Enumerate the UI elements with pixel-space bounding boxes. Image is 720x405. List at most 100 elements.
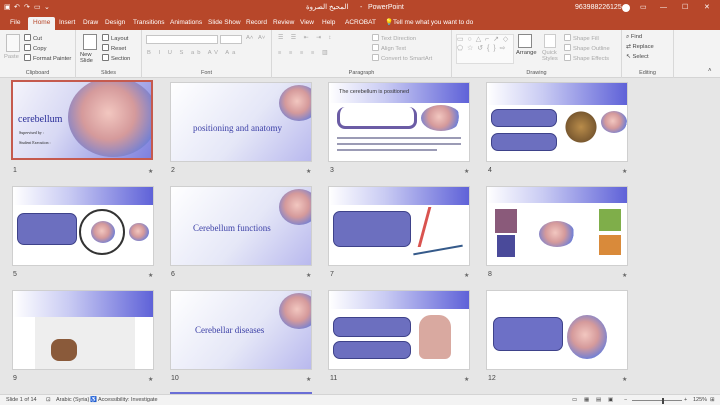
file-name: المحيخ الصروة <box>306 4 349 11</box>
shape-outline-button[interactable]: Shape Outline <box>564 44 610 52</box>
account-name[interactable]: 963988226125 <box>575 2 622 14</box>
info-box <box>599 235 621 255</box>
slide-thumbnail[interactable] <box>12 186 154 266</box>
shrink-font-icon[interactable]: A˅ <box>258 35 265 41</box>
tab-help[interactable]: Help <box>317 17 340 30</box>
font-name-combo[interactable] <box>146 35 218 44</box>
tab-acrobat[interactable]: ACROBAT <box>340 17 381 30</box>
collapse-ribbon-icon[interactable]: ˄ <box>708 68 712 74</box>
slide-thumbnail[interactable]: Cerebellar diseases <box>170 290 312 370</box>
transition-star-icon[interactable]: ★ <box>148 376 153 383</box>
transition-star-icon[interactable]: ★ <box>306 376 311 383</box>
fit-window-icon[interactable]: ⊞ <box>710 397 715 403</box>
new-slide-icon[interactable] <box>83 34 97 50</box>
shape-effects-button[interactable]: Shape Effects <box>564 54 609 62</box>
slide-thumbnail[interactable]: The cerebellum is positioned <box>328 82 470 162</box>
transition-star-icon[interactable]: ★ <box>148 168 153 175</box>
tab-view[interactable]: View <box>295 17 319 30</box>
slide-thumbnail[interactable] <box>486 186 628 266</box>
arrange-icon[interactable] <box>518 34 532 48</box>
slide-thumbnail[interactable]: Cerebellum functions <box>170 186 312 266</box>
slide-header <box>487 83 627 105</box>
tell-me-search[interactable]: Tell me what you want to do <box>388 17 478 30</box>
layout-button[interactable]: Layout <box>102 34 128 42</box>
paste-icon[interactable] <box>6 34 20 52</box>
reading-view-icon[interactable]: ▤ <box>596 397 601 403</box>
slideshow-view-icon[interactable]: ▣ <box>608 397 613 403</box>
slide-thumbnail[interactable] <box>328 290 470 370</box>
transition-star-icon[interactable]: ★ <box>148 272 153 279</box>
slide-sorter-view-icon[interactable]: ▦ <box>584 397 589 403</box>
slide-thumbnail[interactable]: positioning and anatomy <box>170 82 312 162</box>
transition-star-icon[interactable]: ★ <box>622 168 627 175</box>
replace-button[interactable]: ⇄ Replace <box>626 44 654 50</box>
customize-qat-icon[interactable]: ⌄ <box>44 2 50 14</box>
normal-view-icon[interactable]: ▭ <box>572 397 577 403</box>
shapes-gallery[interactable]: ▭ ○ △ ⌐ ↗ ◇ ⬠ ☆ ↺ { } ⇨ <box>456 34 514 64</box>
reset-button[interactable]: Reset <box>102 44 126 52</box>
quick-styles-icon[interactable] <box>544 34 556 48</box>
arrange-button[interactable]: Arrange <box>516 50 537 56</box>
zoom-in-icon[interactable]: + <box>684 397 687 403</box>
save-icon[interactable]: ▣ <box>4 2 11 14</box>
tab-design[interactable]: Design <box>100 17 130 30</box>
transition-star-icon[interactable]: ★ <box>306 168 311 175</box>
undo-icon[interactable]: ↶ <box>14 2 20 14</box>
maximize-icon[interactable]: ☐ <box>682 2 688 14</box>
spellcheck-icon[interactable]: ⊡ <box>46 397 51 403</box>
slide-thumbnail[interactable] <box>486 82 628 162</box>
transition-star-icon[interactable]: ★ <box>622 376 627 383</box>
zoom-slider[interactable] <box>632 400 682 401</box>
avatar[interactable] <box>622 4 630 12</box>
copy-button[interactable]: Copy <box>24 44 47 52</box>
slide-thumbnail[interactable] <box>328 186 470 266</box>
grow-font-icon[interactable]: A˄ <box>246 35 253 41</box>
align-icons[interactable]: ≡ ≡ ≡ ≡ ▥ <box>278 50 330 56</box>
slide-thumbnail[interactable]: cerebellum Supervised by : Student Execu… <box>11 80 153 160</box>
transition-star-icon[interactable]: ★ <box>464 376 469 383</box>
find-button[interactable]: ⌕ Find <box>626 34 642 41</box>
transition-star-icon[interactable]: ★ <box>306 272 311 279</box>
text-direction-label: Text Direction <box>381 36 417 42</box>
cut-button[interactable]: Cut <box>24 34 42 42</box>
slide-thumbnail[interactable] <box>486 290 628 370</box>
select-button[interactable]: ↖ Select <box>626 54 649 60</box>
tab-slide-show[interactable]: Slide Show <box>203 17 246 30</box>
list-icons[interactable]: ☰ ☰ ⇤ ⇥ ↕ <box>278 35 334 41</box>
tab-animations[interactable]: Animations <box>165 17 207 30</box>
tab-file[interactable]: File <box>5 17 25 30</box>
zoom-out-icon[interactable]: − <box>624 397 627 403</box>
tab-transitions[interactable]: Transitions <box>128 17 170 30</box>
new-slide-button[interactable]: New Slide <box>80 52 100 64</box>
format-painter-button[interactable]: Format Painter <box>24 54 71 62</box>
redo-icon[interactable]: ↷ <box>24 2 30 14</box>
text-direction-button[interactable]: Text Direction <box>372 34 416 42</box>
pen-icon <box>564 44 571 51</box>
font-size-combo[interactable] <box>220 35 242 44</box>
ribbon-display-icon[interactable]: ▭ <box>640 2 647 14</box>
tab-home[interactable]: Home <box>28 17 56 30</box>
paste-button[interactable]: Paste <box>4 54 19 60</box>
accessibility-status[interactable]: Accessibility: Investigate <box>98 397 158 403</box>
shape-fill-button[interactable]: Shape Fill <box>564 34 599 42</box>
accessibility-icon: ♿ <box>90 397 97 403</box>
copy-label: Copy <box>33 46 47 52</box>
slide-thumbnail[interactable] <box>12 290 154 370</box>
close-icon[interactable]: ✕ <box>704 2 710 14</box>
quick-styles-button[interactable]: Quick Styles <box>542 50 562 62</box>
minimize-icon[interactable]: — <box>660 2 667 14</box>
brain-image <box>279 85 311 121</box>
font-format-icons[interactable]: B I U S ab AV Aa <box>147 50 238 56</box>
tab-insert[interactable]: Insert <box>54 17 80 30</box>
zoom-slider-thumb[interactable] <box>662 398 664 404</box>
transition-star-icon[interactable]: ★ <box>622 272 627 279</box>
section-button[interactable]: Section <box>102 54 130 62</box>
language-status[interactable]: Arabic (Syria) <box>56 397 89 403</box>
zoom-level[interactable]: 125% <box>693 397 707 403</box>
figure-image <box>417 207 455 247</box>
slideshow-start-icon[interactable]: ▭ <box>34 2 41 14</box>
transition-star-icon[interactable]: ★ <box>464 272 469 279</box>
convert-smartart-button[interactable]: Convert to SmartArt <box>372 54 432 62</box>
transition-star-icon[interactable]: ★ <box>464 168 469 175</box>
align-text-button[interactable]: Align Text <box>372 44 406 52</box>
